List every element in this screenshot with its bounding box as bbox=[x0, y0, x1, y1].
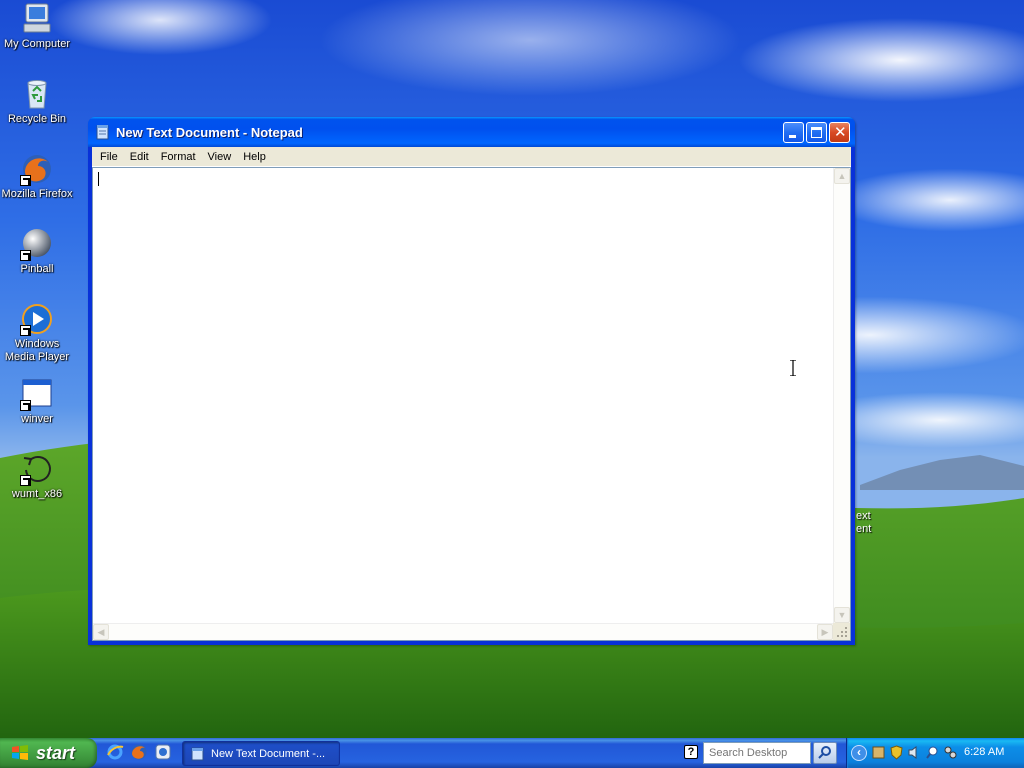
volume-icon[interactable] bbox=[907, 745, 922, 760]
desktop-icon-label: My Computer bbox=[3, 38, 71, 50]
firefox-icon[interactable] bbox=[130, 743, 148, 761]
close-button[interactable]: ✕ bbox=[829, 122, 850, 143]
desktop-icon-label: Recycle Bin bbox=[7, 113, 67, 125]
menu-bar: File Edit Format View Help bbox=[92, 147, 851, 167]
clock[interactable]: 6:28 AM bbox=[964, 746, 1004, 758]
scroll-left-button[interactable]: ◀ bbox=[93, 624, 109, 640]
system-tray: ‹ 6:28 AM bbox=[846, 738, 1024, 768]
text-editor[interactable] bbox=[93, 168, 833, 623]
notepad-window[interactable]: New Text Document - Notepad ✕ File Edit … bbox=[88, 117, 855, 645]
close-icon: ✕ bbox=[834, 124, 847, 141]
tray-app-icon[interactable] bbox=[871, 745, 886, 760]
desktop-icon-my-computer[interactable]: My Computer bbox=[0, 2, 74, 51]
search-button[interactable] bbox=[813, 742, 837, 764]
windows-logo-icon bbox=[10, 743, 30, 763]
text-caret bbox=[98, 172, 99, 186]
network-icon[interactable] bbox=[943, 745, 958, 760]
minimize-button[interactable] bbox=[783, 122, 804, 143]
media-icon[interactable] bbox=[154, 743, 172, 761]
horizontal-scrollbar[interactable]: ◀ ▶ bbox=[93, 623, 833, 640]
menu-view[interactable]: View bbox=[202, 149, 238, 165]
scroll-right-button[interactable]: ▶ bbox=[817, 624, 833, 640]
security-shield-icon[interactable] bbox=[889, 745, 904, 760]
media-player-icon bbox=[20, 302, 54, 336]
pinball-icon bbox=[20, 227, 54, 261]
title-bar[interactable]: New Text Document - Notepad ✕ bbox=[88, 117, 855, 147]
maximize-icon bbox=[811, 127, 822, 138]
start-label: start bbox=[36, 742, 76, 763]
taskbar-button-notepad[interactable]: New Text Document -... bbox=[182, 741, 340, 766]
scroll-up-button[interactable]: ▲ bbox=[834, 168, 850, 184]
desktop-icon-windows-media-player[interactable]: Windows Media Player bbox=[0, 302, 74, 364]
desktop-icon-label: Pinball bbox=[20, 263, 54, 275]
notepad-icon bbox=[96, 124, 110, 140]
desktop-icon-label: Windows Media Player bbox=[4, 338, 70, 363]
computer-icon bbox=[20, 2, 54, 36]
search-desktop-input[interactable] bbox=[703, 742, 811, 764]
desktop-icon-label: wumt_x86 bbox=[11, 488, 63, 500]
taskbar-button-label: New Text Document -... bbox=[211, 747, 326, 760]
refresh-arrow-icon bbox=[20, 452, 54, 486]
menu-edit[interactable]: Edit bbox=[124, 149, 155, 165]
start-button[interactable]: start bbox=[0, 738, 97, 768]
desktop-icon-label-partial[interactable]: ext ent bbox=[856, 510, 886, 536]
help-icon[interactable]: ? bbox=[684, 745, 698, 759]
scroll-down-button[interactable]: ▼ bbox=[834, 607, 850, 623]
internet-explorer-icon[interactable] bbox=[106, 743, 124, 761]
desktop-icon-label: winver bbox=[21, 413, 53, 425]
notepad-icon bbox=[191, 747, 205, 761]
vertical-scrollbar[interactable]: ▲ ▼ bbox=[833, 168, 850, 623]
magnifier-icon bbox=[818, 746, 831, 759]
desktop-icon-mozilla-firefox[interactable]: Mozilla Firefox bbox=[0, 152, 74, 201]
desktop: My Computer Recycle Bin Mozilla Firefox bbox=[0, 0, 1024, 738]
editor-area: ▲ ▼ ◀ ▶ bbox=[92, 167, 851, 641]
window-title: New Text Document - Notepad bbox=[116, 124, 303, 140]
taskbar: start New Text Document -... ? Search De… bbox=[0, 738, 1024, 768]
recycle-bin-icon bbox=[20, 77, 54, 111]
desktop-icon-pinball[interactable]: Pinball bbox=[0, 227, 74, 276]
desktop-icon-recycle-bin[interactable]: Recycle Bin bbox=[0, 77, 74, 126]
search-icon[interactable] bbox=[925, 745, 940, 760]
window-app-icon bbox=[20, 377, 54, 411]
text-cursor-icon bbox=[790, 360, 796, 376]
minimize-icon bbox=[789, 135, 796, 138]
show-hidden-icons-button[interactable]: ‹ bbox=[851, 745, 867, 761]
resize-grip[interactable] bbox=[833, 623, 850, 640]
menu-file[interactable]: File bbox=[94, 149, 124, 165]
desktop-icon-label: Mozilla Firefox bbox=[1, 188, 73, 200]
maximize-button[interactable] bbox=[806, 122, 827, 143]
desktop-icon-winver[interactable]: winver bbox=[0, 377, 74, 426]
quick-launch bbox=[106, 743, 172, 761]
wallpaper-mountains bbox=[860, 455, 1024, 490]
desktop-icon-wumt[interactable]: wumt_x86 bbox=[0, 452, 74, 501]
menu-format[interactable]: Format bbox=[155, 149, 202, 165]
firefox-icon bbox=[20, 152, 54, 186]
menu-help[interactable]: Help bbox=[237, 149, 272, 165]
